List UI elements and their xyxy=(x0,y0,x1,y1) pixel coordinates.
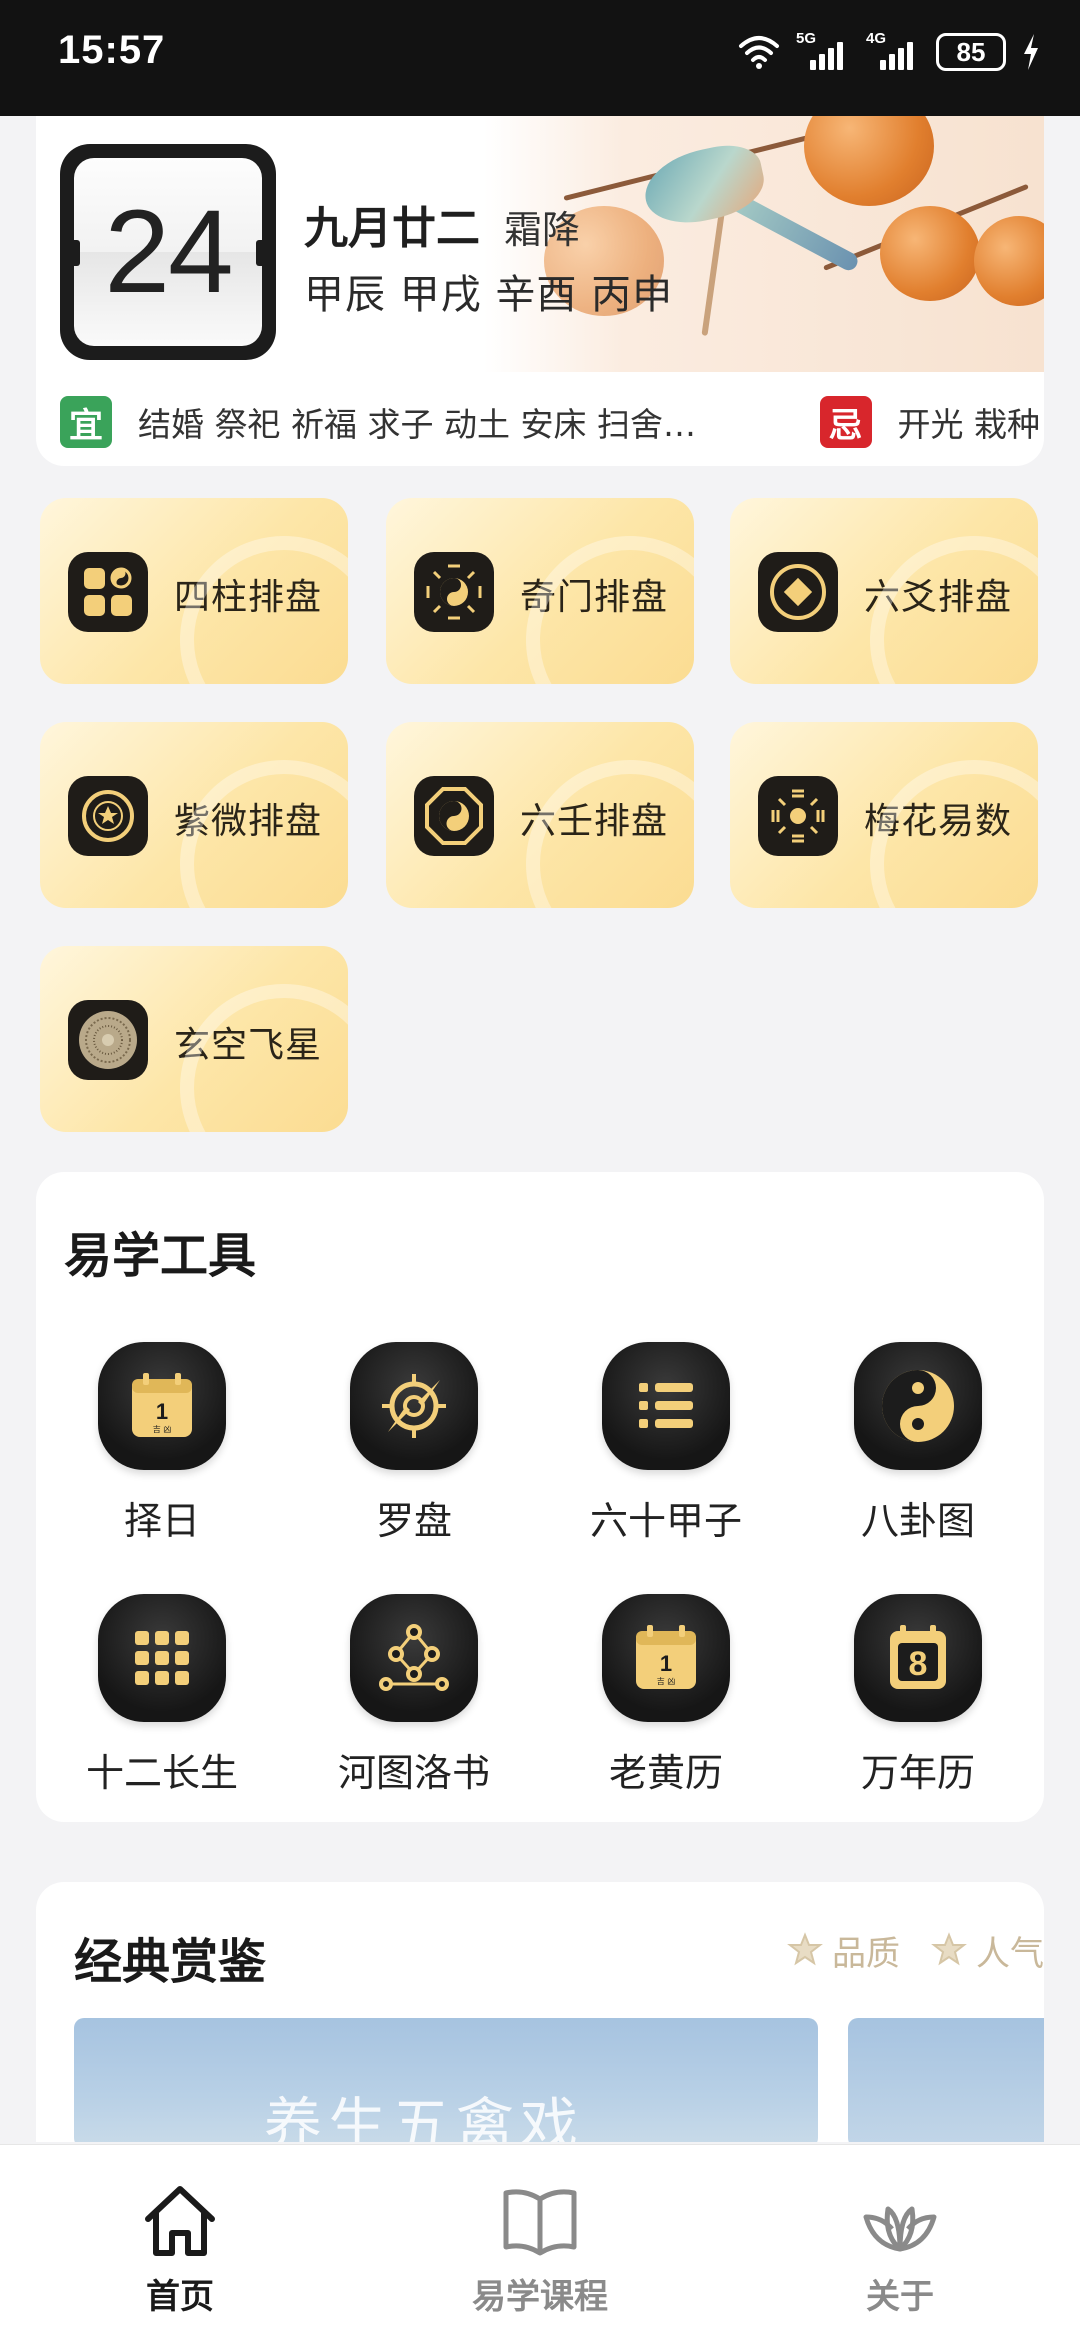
four-pillars-icon xyxy=(68,552,148,632)
paipan-liuyao-button[interactable]: 六爻排盘 xyxy=(730,498,1038,684)
classic-featured-card[interactable]: 养生五禽戏 xyxy=(74,2018,818,2142)
ji-group: 忌 开光 栽种 xyxy=(819,396,1041,448)
tool-hetuluoshu-button[interactable]: 河图洛书 xyxy=(288,1594,540,1795)
date-paper: 24 xyxy=(74,158,262,346)
tool-label: 老黄历 xyxy=(608,1751,723,1795)
calendar-day-sub: 吉 凶 xyxy=(153,1425,172,1434)
liuren-taiji-icon xyxy=(414,776,494,856)
yi-badge: 宜 xyxy=(60,396,112,448)
classic-featured-title: 养生五禽戏 xyxy=(264,2091,585,2142)
bottom-nav: 首页 易学课程 关于 xyxy=(0,2144,1080,2340)
battery-icon: 85 xyxy=(936,33,1006,71)
status-time: 15:57 xyxy=(58,28,166,72)
calendar-day-number: 1 xyxy=(156,1399,168,1424)
sort-popularity-button[interactable]: 人气 xyxy=(930,1926,1044,1975)
paipan-label: 紫微排盘 xyxy=(174,801,323,842)
ji-items: 开光 栽种 xyxy=(897,405,1041,444)
status-bar: 15:57 5G 4G 85 xyxy=(0,0,1080,116)
tool-label: 河图洛书 xyxy=(337,1751,490,1795)
nav-about-label: 关于 xyxy=(866,2277,934,2317)
ji-badge: 忌 xyxy=(819,396,872,448)
sort-quality-button[interactable]: 品质 xyxy=(786,1926,900,1975)
tool-liushijiazi-button[interactable]: 六十甲子 xyxy=(540,1342,792,1543)
tool-label: 八卦图 xyxy=(860,1499,975,1543)
coin-icon xyxy=(758,552,838,632)
compass-icon xyxy=(350,1342,478,1470)
paipan-ziwei-button[interactable]: 紫微排盘 xyxy=(40,722,348,908)
tool-zeri-button[interactable]: 1 吉 凶 择日 xyxy=(36,1342,288,1543)
lunar-date: 九月廿二 xyxy=(304,203,480,254)
yiji-row: 宜 结婚 祭祀 祈福 求子 动土 安床 扫舍… 忌 开光 栽种 xyxy=(60,396,1041,448)
classics-section: 经典赏鉴 品质 人气 养生五禽戏 xyxy=(36,1882,1044,2142)
tool-baguatu-button[interactable]: 八卦图 xyxy=(792,1342,1044,1543)
signal-5g-icon: 5G xyxy=(796,30,850,72)
grid-icon xyxy=(98,1594,226,1722)
tool-label: 罗盘 xyxy=(375,1499,452,1543)
wifi-icon xyxy=(739,36,779,69)
almanac-day-sub: 吉 凶 xyxy=(657,1677,676,1686)
tools-section: 易学工具 1 吉 凶 择日 罗盘 六十甲子 八卦图 十二长生 河图洛书 1 吉 … xyxy=(36,1172,1044,1822)
tool-label: 六十甲子 xyxy=(589,1499,742,1543)
paipan-label: 六壬排盘 xyxy=(520,801,669,842)
almanac-card[interactable]: 24 九月廿二 霜降 甲辰 甲戌 辛酉 丙申 宜 结婚 祭祀 祈福 求子 动土 … xyxy=(36,116,1044,466)
nav-about[interactable]: 关于 xyxy=(800,2179,1000,2329)
paipan-label: 四柱排盘 xyxy=(174,577,323,618)
charging-icon xyxy=(1024,34,1038,70)
sort-popularity-label: 人气 xyxy=(976,1934,1044,1974)
lunar-date-row: 九月廿二 霜降 xyxy=(304,192,580,256)
paipan-liuren-button[interactable]: 六壬排盘 xyxy=(386,722,694,908)
sort-options: 品质 人气 xyxy=(786,1926,1044,1975)
list-icon xyxy=(602,1342,730,1470)
paipan-sizhu-button[interactable]: 四柱排盘 xyxy=(40,498,348,684)
popularity-icon xyxy=(931,1931,967,1965)
meihua-bagua-icon xyxy=(758,776,838,856)
nav-home-label: 首页 xyxy=(146,2277,214,2317)
signal-4g-icon: 4G xyxy=(866,30,920,72)
perpetual-calendar-number: 8 xyxy=(909,1645,928,1683)
tool-shierchangsheng-button[interactable]: 十二长生 xyxy=(36,1594,288,1795)
paipan-xuankong-button[interactable]: 玄空飞星 xyxy=(40,946,348,1132)
classics-title: 经典赏鉴 xyxy=(74,1934,267,1990)
nav-courses-label: 易学课程 xyxy=(472,2277,608,2317)
book-icon xyxy=(503,2189,577,2256)
tool-label: 择日 xyxy=(123,1499,200,1543)
tool-laohuangli-button[interactable]: 1 吉 凶 老黄历 xyxy=(540,1594,792,1795)
status-icons: 5G 4G 85 xyxy=(738,30,1040,74)
paipan-meihua-button[interactable]: 梅花易数 xyxy=(730,722,1038,908)
tool-luopan-button[interactable]: 罗盘 xyxy=(288,1342,540,1543)
nav-home[interactable]: 首页 xyxy=(80,2179,280,2329)
almanac-icon: 1 吉 凶 xyxy=(602,1594,730,1722)
compass-plate-icon xyxy=(68,1000,148,1080)
classic-next-card[interactable] xyxy=(848,2018,1044,2142)
battery-level: 85 xyxy=(956,36,986,67)
perpetual-calendar-icon: 8 xyxy=(854,1594,982,1722)
tool-label: 万年历 xyxy=(860,1751,975,1795)
ganzhi-text: 甲辰 甲戌 辛酉 丙申 xyxy=(304,272,674,318)
qimen-bagua-icon xyxy=(414,552,494,632)
solar-term: 霜降 xyxy=(504,208,581,252)
calendar-day-icon: 1 吉 凶 xyxy=(98,1342,226,1470)
home-icon xyxy=(145,2186,215,2256)
yin-yang-icon xyxy=(854,1342,982,1470)
almanac-day-number: 1 xyxy=(660,1651,672,1676)
tools-title: 易学工具 xyxy=(64,1228,257,1284)
day-number: 24 xyxy=(104,186,233,318)
paipan-label: 六爻排盘 xyxy=(864,577,1013,618)
nav-courses[interactable]: 易学课程 xyxy=(440,2179,640,2329)
lotus-icon xyxy=(863,2206,937,2252)
tool-label: 十二长生 xyxy=(85,1751,238,1795)
paipan-label: 奇门排盘 xyxy=(520,577,669,618)
ziwei-star-icon xyxy=(68,776,148,856)
sort-quality-label: 品质 xyxy=(832,1934,900,1974)
paipan-label: 梅花易数 xyxy=(864,801,1013,842)
date-tile: 24 xyxy=(60,144,276,360)
network-icon xyxy=(350,1594,478,1722)
tool-wannianli-button[interactable]: 8 万年历 xyxy=(792,1594,1044,1795)
paipan-qimen-button[interactable]: 奇门排盘 xyxy=(386,498,694,684)
paipan-label: 玄空飞星 xyxy=(174,1025,323,1066)
yi-items: 结婚 祭祀 祈福 求子 动土 安床 扫舍… xyxy=(138,405,696,444)
quality-icon xyxy=(787,1931,823,1965)
